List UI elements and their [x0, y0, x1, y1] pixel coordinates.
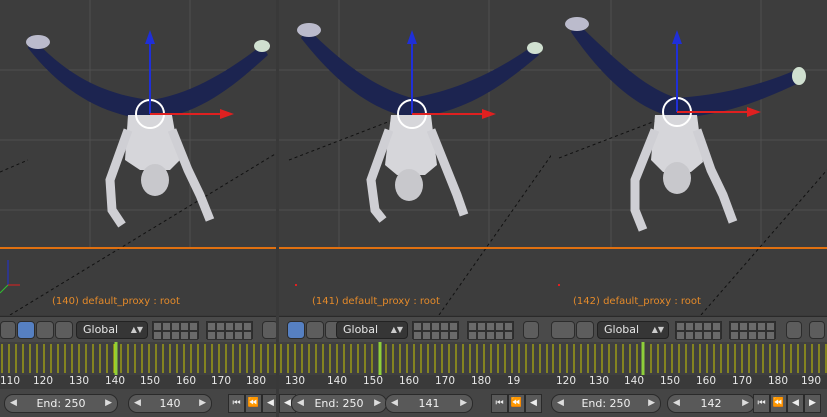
- head: [395, 169, 423, 201]
- viewport-pane-3: (142) default_proxy : root Global ▲▼ 120 …: [551, 0, 827, 417]
- ruler-label: 170: [732, 375, 753, 387]
- layer-grid-1[interactable]: [675, 321, 722, 340]
- frame-ruler: 120 130 140 150 160 170 180 190: [551, 375, 827, 389]
- viewport-pane-2: (141) default_proxy : root Global ▲▼ 130 …: [279, 0, 555, 417]
- head: [663, 162, 691, 194]
- shoe-left: [26, 35, 50, 49]
- ruler-label: 190: [801, 375, 822, 387]
- play-forward-icon[interactable]: ▶: [804, 394, 821, 413]
- layer-grid-2[interactable]: [729, 321, 776, 340]
- viewport-header: Global ▲▼: [551, 316, 827, 343]
- translate-manipulator-icon[interactable]: [17, 321, 35, 339]
- scale-manipulator-icon[interactable]: [576, 321, 594, 339]
- viewport-header: Global ▲▼: [279, 316, 555, 343]
- lock-layers-icon[interactable]: [786, 321, 802, 339]
- end-frame-field[interactable]: ◀ End: 250 ▶: [4, 394, 118, 413]
- ruler-label: 150: [140, 375, 161, 387]
- frame-label: (142) default_proxy : root: [573, 296, 701, 307]
- rotate-manipulator-icon[interactable]: [551, 321, 575, 339]
- timeline-footer: ◀ ◀ End: 250 ▶ ◀ 141 ▶ ⏮ ⏪ ◀: [279, 389, 555, 417]
- arm-right: [167, 128, 215, 222]
- play-reverse-icon[interactable]: ◀: [525, 394, 542, 413]
- lock-layers-icon[interactable]: [262, 321, 276, 339]
- timeline-track[interactable]: [551, 342, 827, 375]
- arm-left: [105, 128, 133, 228]
- ruler-label: 130: [589, 375, 610, 387]
- timeline-footer: ◀ End: 250 ▶ ◀ 140 ▶ ⏮ ⏪ ◀: [0, 389, 276, 417]
- ruler-label: 150: [363, 375, 384, 387]
- translate-manipulator-icon[interactable]: [287, 321, 305, 339]
- rotate-manipulator-icon[interactable]: [306, 321, 324, 339]
- layer-grid-2[interactable]: [467, 321, 514, 340]
- layer-grid-2[interactable]: [206, 321, 253, 340]
- mini-axis-gizmo: [0, 260, 20, 294]
- ruler-label: 160: [696, 375, 717, 387]
- end-frame-field[interactable]: ◀ End: 250 ▶: [551, 394, 661, 413]
- ruler-label: 140: [624, 375, 645, 387]
- rotate-manipulator-icon[interactable]: [36, 321, 54, 339]
- layer-grid-1[interactable]: [412, 321, 459, 340]
- ruler-label: 120: [33, 375, 54, 387]
- play-reverse-icon[interactable]: ◀: [787, 394, 804, 413]
- current-frame-field[interactable]: ◀ 141 ▶: [385, 394, 473, 413]
- transform-manipulator-icon[interactable]: [0, 321, 16, 339]
- torso: [125, 115, 180, 170]
- current-frame-field[interactable]: ◀ 142 ▶: [667, 394, 755, 413]
- 3d-viewport[interactable]: (140) default_proxy : root: [0, 0, 276, 315]
- trousers: [28, 35, 268, 120]
- lock-layers-icon[interactable]: [523, 321, 539, 339]
- frame-ruler: 130 140 150 160 170 180 19: [279, 375, 555, 389]
- play-reverse-icon[interactable]: ◀: [262, 394, 276, 413]
- link-icon[interactable]: [809, 321, 825, 339]
- jump-start-icon[interactable]: ⏮: [491, 394, 508, 413]
- 3d-viewport[interactable]: (142) default_proxy : root: [551, 0, 827, 315]
- ruler-label: 130: [285, 375, 306, 387]
- scene-drawing: [0, 0, 276, 315]
- timeline-keyframes: [552, 342, 827, 375]
- current-frame-field[interactable]: ◀ 140 ▶: [128, 394, 212, 413]
- timeline-track[interactable]: [279, 342, 555, 375]
- ruler-label: 140: [105, 375, 126, 387]
- scale-manipulator-icon[interactable]: [55, 321, 73, 339]
- trousers: [301, 28, 539, 118]
- ruler-label: 160: [399, 375, 420, 387]
- viewport-pane-1: (140) default_proxy : root Global ▲▼ 110 …: [0, 0, 276, 417]
- prev-keyframe-icon[interactable]: ⏪: [245, 394, 262, 413]
- prev-keyframe-icon[interactable]: ⏪: [508, 394, 525, 413]
- shoe-right: [254, 40, 270, 52]
- end-frame-field[interactable]: ◀ End: 250 ▶: [291, 394, 387, 413]
- ruler-label: 150: [660, 375, 681, 387]
- ruler-label: 180: [768, 375, 789, 387]
- frame-label: (141) default_proxy : root: [312, 296, 440, 307]
- viewport-header: Global ▲▼: [0, 316, 276, 343]
- orientation-select[interactable]: Global ▲▼: [336, 321, 408, 339]
- ruler-label: 140: [327, 375, 348, 387]
- 3d-viewport[interactable]: (141) default_proxy : root: [279, 0, 555, 315]
- ruler-label: 170: [435, 375, 456, 387]
- ruler-label: 19: [507, 375, 521, 387]
- layer-grid-1[interactable]: [152, 321, 199, 340]
- timeline-keyframes: [280, 342, 555, 375]
- ruler-label: 170: [211, 375, 232, 387]
- ruler-label: 160: [176, 375, 197, 387]
- jump-start-icon[interactable]: ⏮: [228, 394, 245, 413]
- ruler-label: 130: [69, 375, 90, 387]
- ruler-label: 110: [0, 375, 21, 387]
- scene-drawing: [279, 0, 555, 315]
- ruler-label: 120: [556, 375, 577, 387]
- ruler-label: 180: [471, 375, 492, 387]
- dashed-path: [9, 152, 276, 315]
- jump-start-icon[interactable]: ⏮: [753, 394, 770, 413]
- orientation-select[interactable]: Global ▲▼: [76, 321, 148, 339]
- frame-label: (140) default_proxy : root: [52, 296, 180, 307]
- timeline-footer: ◀ End: 250 ▶ ◀ 142 ▶ ⏮ ⏪ ◀ ▶: [551, 389, 827, 417]
- scene-drawing: [551, 0, 827, 315]
- timeline-keyframes: [1, 342, 276, 375]
- prev-keyframe-icon[interactable]: ⏪: [770, 394, 787, 413]
- timeline-track[interactable]: [0, 342, 276, 375]
- frame-ruler: 110 120 130 140 150 160 170 180: [0, 375, 276, 389]
- orientation-select[interactable]: Global ▲▼: [597, 321, 669, 339]
- ruler-label: 180: [246, 375, 267, 387]
- head: [141, 164, 169, 196]
